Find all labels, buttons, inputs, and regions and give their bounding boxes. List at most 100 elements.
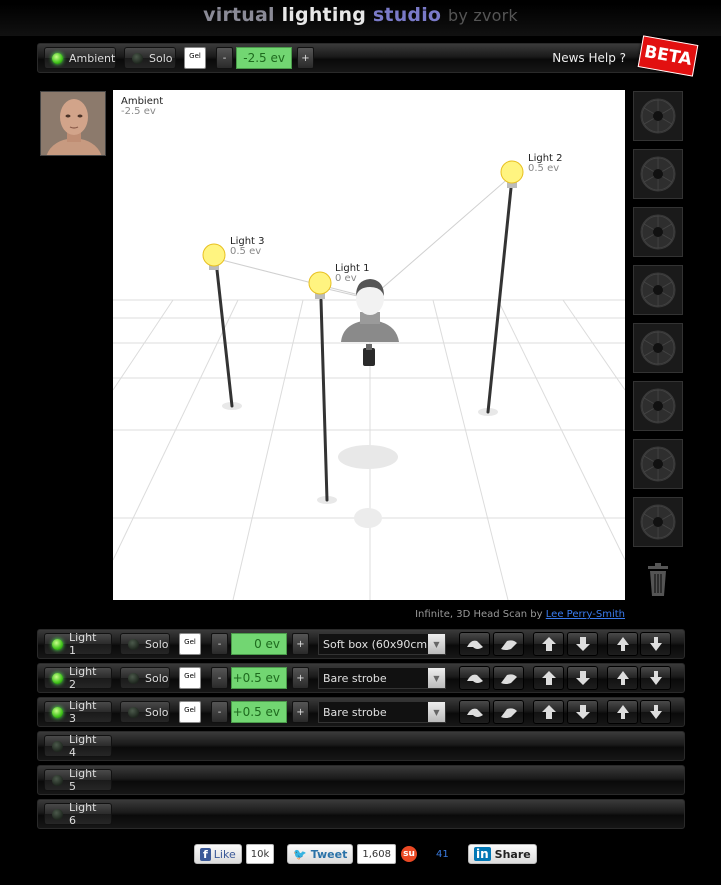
camera-aperture-icon <box>640 272 676 308</box>
light-rotate-right-button[interactable] <box>493 700 524 724</box>
light-ev-minus-button[interactable]: - <box>211 667 228 689</box>
rotate-right-icon <box>500 674 517 684</box>
light-modifier-select[interactable]: Soft box (60x90cm) ▼ <box>318 633 446 655</box>
stumbleupon-widget[interactable]: su 41 <box>401 843 449 865</box>
light-gel-button[interactable]: Gel <box>179 701 201 723</box>
tilt-up-icon <box>616 671 629 685</box>
light-rotate-right-button[interactable] <box>493 666 524 690</box>
light-move-up-button[interactable] <box>533 666 564 690</box>
light-move-up-button[interactable] <box>533 700 564 724</box>
light-ev-value[interactable]: +0.5 ev <box>231 667 287 689</box>
light-modifier-select[interactable]: Bare strobe ▼ <box>318 667 446 689</box>
light-row: Light 4 <box>37 731 685 761</box>
light-solo-button[interactable]: Solo <box>120 667 170 689</box>
light-label: Light 2 <box>69 665 97 691</box>
light-led-icon <box>52 638 63 650</box>
ambient-button-label: Ambient <box>69 51 116 65</box>
solo-led-icon <box>128 672 139 684</box>
light-row: Light 3 Solo Gel - +0.5 ev + Bare strobe ▼ <box>37 697 685 727</box>
light-toggle-button[interactable]: Light 3 <box>44 699 112 725</box>
preset-slot[interactable] <box>633 381 683 431</box>
tilt-down-icon <box>649 637 662 651</box>
ambient-ev-value[interactable]: -2.5 ev <box>236 47 292 69</box>
light-tilt-up-button[interactable] <box>607 632 638 656</box>
light-toggle-button[interactable]: Light 2 <box>44 665 112 691</box>
preset-slot[interactable] <box>633 265 683 315</box>
tilt-up-icon <box>616 637 629 651</box>
stumble-count: 41 <box>436 848 449 860</box>
app-title: virtual lighting studio by zvork <box>0 4 721 36</box>
move-down-icon <box>575 705 590 719</box>
light-solo-button[interactable]: Solo <box>120 633 170 655</box>
light-tilt-down-button[interactable] <box>640 666 671 690</box>
light-ev-value[interactable]: +0.5 ev <box>231 701 287 723</box>
light-ev-minus-button[interactable]: - <box>211 701 228 723</box>
linkedin-icon: in <box>474 847 491 861</box>
light-tilt-down-button[interactable] <box>640 632 671 656</box>
lighting-stage-viewport[interactable]: Ambient -2.5 ev Light 2 0.5 ev Light 3 0… <box>113 90 625 600</box>
stage-light1-label[interactable]: Light 1 0 ev <box>335 264 370 284</box>
fb-like-label: Like <box>213 847 236 861</box>
light-modifier-select[interactable]: Bare strobe ▼ <box>318 701 446 723</box>
light-ev-value[interactable]: 0 ev <box>231 633 287 655</box>
light-ev-plus-button[interactable]: + <box>292 701 309 723</box>
ambient-gel-button[interactable]: Gel <box>184 47 206 69</box>
stage-light3-label[interactable]: Light 3 0.5 ev <box>230 237 265 257</box>
head-model-thumbnail[interactable] <box>40 91 106 156</box>
title-studio: studio <box>372 4 442 26</box>
camera-aperture-icon <box>640 446 676 482</box>
light-ev-minus-button[interactable]: - <box>211 633 228 655</box>
twitter-bird-icon: 🐦 <box>293 847 307 861</box>
light-rotate-right-button[interactable] <box>493 632 524 656</box>
light-led-icon <box>52 672 63 684</box>
light-toggle-button[interactable]: Light 4 <box>44 733 112 759</box>
light-move-down-button[interactable] <box>567 700 598 724</box>
stage-light2-label[interactable]: Light 2 0.5 ev <box>528 154 563 174</box>
preset-slot[interactable] <box>633 149 683 199</box>
light-row: Light 2 Solo Gel - +0.5 ev + Bare strobe ▼ <box>37 663 685 693</box>
preset-slot[interactable] <box>633 323 683 373</box>
light-tilt-up-button[interactable] <box>607 700 638 724</box>
light-move-up-button[interactable] <box>533 632 564 656</box>
facebook-like-widget[interactable]: f Like 10k <box>194 843 275 865</box>
light-toggle-button[interactable]: Light 6 <box>44 801 112 827</box>
move-down-icon <box>575 671 590 685</box>
tilt-up-icon <box>616 705 629 719</box>
light-ev-plus-button[interactable]: + <box>292 633 309 655</box>
tweet-widget[interactable]: 🐦 Tweet 1,608 <box>287 843 396 865</box>
light-tilt-up-button[interactable] <box>607 666 638 690</box>
light-label: Light 6 <box>69 801 97 827</box>
chevron-down-icon: ▼ <box>428 634 445 654</box>
light-tilt-down-button[interactable] <box>640 700 671 724</box>
light-rotate-left-button[interactable] <box>459 666 490 690</box>
preset-slot[interactable] <box>633 207 683 257</box>
light-rotate-left-button[interactable] <box>459 632 490 656</box>
trash-icon[interactable] <box>646 563 670 597</box>
light-move-down-button[interactable] <box>567 666 598 690</box>
preset-slot[interactable] <box>633 439 683 489</box>
tilt-down-icon <box>649 705 662 719</box>
light-gel-button[interactable]: Gel <box>179 667 201 689</box>
light-rotate-left-button[interactable] <box>459 700 490 724</box>
light-led-icon <box>52 706 63 718</box>
preset-slot[interactable] <box>633 497 683 547</box>
ambient-toggle-button[interactable]: Ambient <box>44 47 116 69</box>
preset-slot[interactable] <box>633 91 683 141</box>
ambient-ev-plus-button[interactable]: + <box>297 47 314 69</box>
credit-author-link[interactable]: Lee Perry-Smith <box>546 609 625 620</box>
light-label: Light 5 <box>69 767 97 793</box>
light-move-down-button[interactable] <box>567 632 598 656</box>
ambient-solo-button[interactable]: Solo <box>124 47 176 69</box>
title-lighting: lighting <box>281 4 367 26</box>
light-toggle-button[interactable]: Light 5 <box>44 767 112 793</box>
ambient-ev-minus-button[interactable]: - <box>216 47 233 69</box>
light-gel-button[interactable]: Gel <box>179 633 201 655</box>
news-help-link[interactable]: News Help ? <box>552 51 626 65</box>
light-modifier-value: Bare strobe <box>323 705 387 719</box>
light-solo-button[interactable]: Solo <box>120 701 170 723</box>
linkedin-share-widget[interactable]: in Share <box>468 843 537 865</box>
light-ev-plus-button[interactable]: + <box>292 667 309 689</box>
chevron-down-icon: ▼ <box>428 702 445 722</box>
light-toggle-button[interactable]: Light 1 <box>44 631 112 657</box>
linkedin-share-label: Share <box>494 847 531 861</box>
